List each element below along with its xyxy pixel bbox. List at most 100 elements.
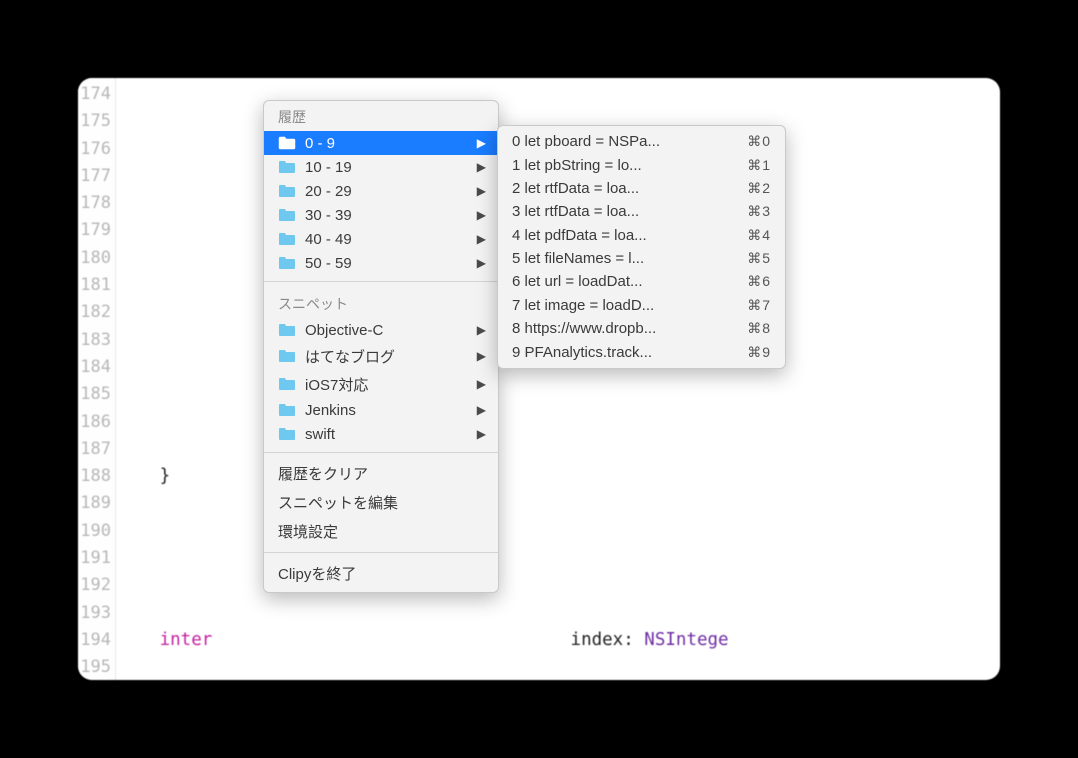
line-number: 187 [78,436,111,463]
line-number: 176 [78,136,111,163]
shortcut: ⌘6 [747,273,771,290]
snippet-ios7[interactable]: iOS7対応 ▶ [264,370,498,398]
history-range-50-59[interactable]: 50 - 59 ▶ [264,251,498,275]
shortcut: ⌘7 [747,297,771,314]
history-label: 7 let image = loadD... [512,297,747,314]
menu-label: Jenkins [305,402,477,419]
history-item-0[interactable]: 0 let pboard = NSPa...⌘0 [498,130,785,153]
history-item-7[interactable]: 7 let image = loadD...⌘7 [498,294,785,317]
menu-section-history: 履歴 [264,101,498,131]
menu-label: swift [305,426,477,443]
shortcut: ⌘3 [747,203,771,220]
line-number: 188 [78,463,111,490]
history-range-40-49[interactable]: 40 - 49 ▶ [264,227,498,251]
menu-separator [264,452,498,453]
clipy-submenu: 0 let pboard = NSPa...⌘0 1 let pbString … [497,125,786,369]
menu-label: 30 - 39 [305,207,477,224]
shortcut: ⌘8 [747,320,771,337]
history-label: 9 PFAnalytics.track... [512,344,747,361]
preferences[interactable]: 環境設定 [264,517,498,546]
history-item-8[interactable]: 8 https://www.dropb...⌘8 [498,317,785,340]
snippet-swift[interactable]: swift ▶ [264,422,498,446]
line-gutter: 174 175 176 177 178 179 180 181 182 183 … [78,78,116,680]
chevron-right-icon: ▶ [477,323,486,337]
folder-icon [278,349,296,363]
folder-icon [278,160,296,174]
shortcut: ⌘1 [747,157,771,174]
chevron-right-icon: ▶ [477,232,486,246]
clipy-main-menu: 履歴 0 - 9 ▶ 10 - 19 ▶ 20 - 29 ▶ 30 - 39 ▶… [263,100,499,593]
menu-section-snippets: スニペット [264,288,498,318]
line-number: 194 [78,627,111,654]
folder-icon [278,256,296,270]
folder-icon [278,377,296,391]
shortcut: ⌘5 [747,250,771,267]
chevron-right-icon: ▶ [477,377,486,391]
line-number: 195 [78,654,111,680]
line-number: 175 [78,108,111,135]
shortcut: ⌘0 [747,133,771,150]
menu-label: iOS7対応 [305,374,477,395]
code-text: } [160,466,171,486]
chevron-right-icon: ▶ [477,136,486,150]
line-number: 189 [78,490,111,517]
snippet-objective-c[interactable]: Objective-C ▶ [264,318,498,342]
clear-history[interactable]: 履歴をクリア [264,459,498,488]
folder-icon [278,232,296,246]
folder-icon [278,427,296,441]
line-number: 181 [78,272,111,299]
line-number: 182 [78,299,111,326]
menu-label: 40 - 49 [305,231,477,248]
history-range-30-39[interactable]: 30 - 39 ▶ [264,203,498,227]
history-item-3[interactable]: 3 let rtfData = loa...⌘3 [498,200,785,223]
snippet-jenkins[interactable]: Jenkins ▶ [264,398,498,422]
history-label: 2 let rtfData = loa... [512,180,747,197]
line-number: 191 [78,545,111,572]
line-number: 184 [78,354,111,381]
history-item-5[interactable]: 5 let fileNames = l...⌘5 [498,247,785,270]
line-number: 190 [78,518,111,545]
line-number: 180 [78,245,111,272]
history-item-1[interactable]: 1 let pbString = lo...⌘1 [498,153,785,176]
code-text: inter [160,630,213,650]
menu-label: はてなブログ [305,346,477,367]
menu-label: 0 - 9 [305,135,477,152]
line-number: 193 [78,600,111,627]
history-range-10-19[interactable]: 10 - 19 ▶ [264,155,498,179]
line-number: 174 [78,81,111,108]
folder-icon [278,323,296,337]
history-label: 6 let url = loadDat... [512,273,747,290]
line-number: 192 [78,572,111,599]
chevron-right-icon: ▶ [477,427,486,441]
line-number: 178 [78,190,111,217]
history-range-20-29[interactable]: 20 - 29 ▶ [264,179,498,203]
shortcut: ⌘4 [747,227,771,244]
snippet-hatena[interactable]: はてなブログ ▶ [264,342,498,370]
history-label: 3 let rtfData = loa... [512,203,747,220]
history-item-4[interactable]: 4 let pdfData = loa...⌘4 [498,224,785,247]
edit-snippets[interactable]: スニペットを編集 [264,488,498,517]
menu-label: 20 - 29 [305,183,477,200]
history-label: 0 let pboard = NSPa... [512,133,747,150]
shortcut: ⌘2 [747,180,771,197]
history-item-9[interactable]: 9 PFAnalytics.track...⌘9 [498,340,785,363]
code-text: index: [571,630,645,650]
history-item-6[interactable]: 6 let url = loadDat...⌘6 [498,270,785,293]
history-item-2[interactable]: 2 let rtfData = loa...⌘2 [498,177,785,200]
chevron-right-icon: ▶ [477,256,486,270]
history-range-0-9[interactable]: 0 - 9 ▶ [264,131,498,155]
line-number: 179 [78,217,111,244]
menu-separator [264,281,498,282]
chevron-right-icon: ▶ [477,208,486,222]
quit-clipy[interactable]: Clipyを終了 [264,559,498,592]
history-label: 8 https://www.dropb... [512,320,747,337]
line-number: 185 [78,381,111,408]
menu-separator [264,552,498,553]
folder-icon [278,403,296,417]
menu-label: Objective-C [305,322,477,339]
history-label: 4 let pdfData = loa... [512,227,747,244]
menu-label: 50 - 59 [305,255,477,272]
shortcut: ⌘9 [747,344,771,361]
code-text: NSIntege [644,630,728,650]
folder-icon [278,136,296,150]
